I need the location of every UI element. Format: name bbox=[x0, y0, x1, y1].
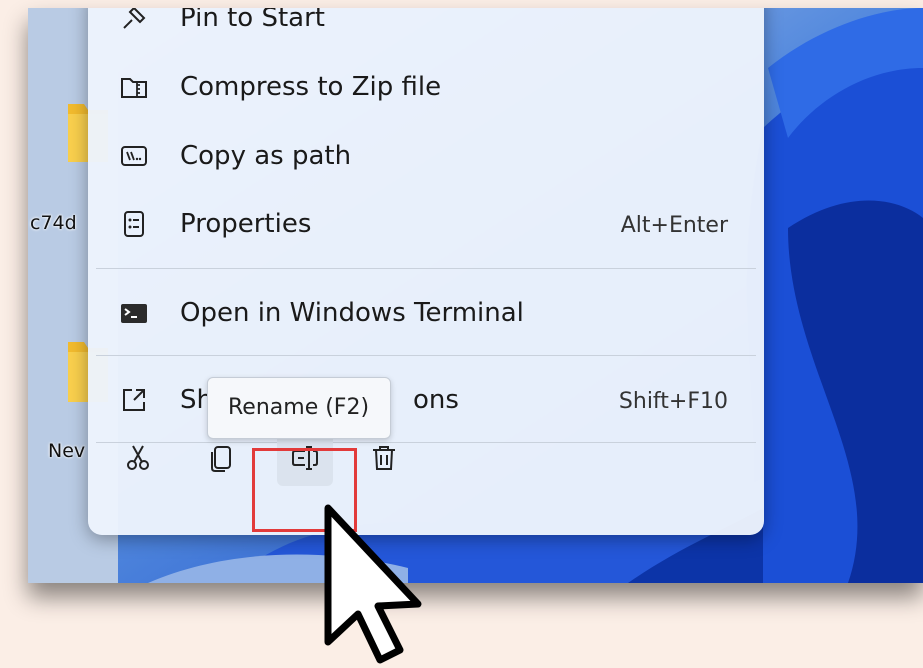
menu-item-label: Copy as path bbox=[180, 141, 352, 171]
menu-separator bbox=[96, 355, 756, 356]
copy-icon bbox=[211, 446, 231, 472]
trash-icon bbox=[373, 446, 395, 470]
properties-icon bbox=[124, 211, 144, 237]
rename-tooltip: Rename (F2) bbox=[207, 377, 391, 439]
zip-folder-icon bbox=[121, 78, 147, 98]
cut-button[interactable] bbox=[110, 430, 166, 486]
screenshot-frame: c74d Nev Pin to Start Compress to Zip fi… bbox=[28, 8, 923, 583]
menu-item-label-tail: ons bbox=[413, 385, 459, 415]
menu-item-shortcut: Alt+Enter bbox=[620, 213, 728, 238]
menu-item-compress-zip[interactable]: Compress to Zip file bbox=[88, 59, 764, 115]
menu-item-open-terminal[interactable]: Open in Windows Terminal bbox=[88, 285, 764, 341]
menu-separator bbox=[96, 268, 756, 269]
menu-item-show-more-options[interactable]: Sh ons Shift+F10 bbox=[88, 372, 764, 428]
tooltip-text: Rename (F2) bbox=[228, 395, 370, 420]
desktop-icon-label: c74d bbox=[30, 212, 77, 234]
menu-item-shortcut: Shift+F10 bbox=[618, 389, 728, 414]
menu-item-properties[interactable]: Properties Alt+Enter bbox=[88, 196, 764, 252]
mouse-cursor-icon bbox=[324, 504, 422, 664]
copy-path-icon bbox=[121, 146, 147, 166]
desktop-icon-label: Nev bbox=[48, 440, 86, 462]
menu-item-label: Pin to Start bbox=[180, 8, 325, 33]
menu-item-pin-to-start[interactable]: Pin to Start bbox=[88, 8, 764, 46]
menu-item-label: Open in Windows Terminal bbox=[180, 298, 524, 328]
pin-icon bbox=[123, 8, 146, 29]
menu-item-label: Compress to Zip file bbox=[180, 72, 442, 102]
menu-item-copy-as-path[interactable]: Copy as path bbox=[88, 128, 764, 184]
menu-item-label: Properties bbox=[180, 209, 312, 239]
scissors-icon bbox=[127, 445, 149, 470]
context-menu: Pin to Start Compress to Zip file Copy a… bbox=[88, 8, 764, 535]
show-more-options-icon bbox=[123, 389, 145, 411]
terminal-icon bbox=[121, 304, 147, 323]
